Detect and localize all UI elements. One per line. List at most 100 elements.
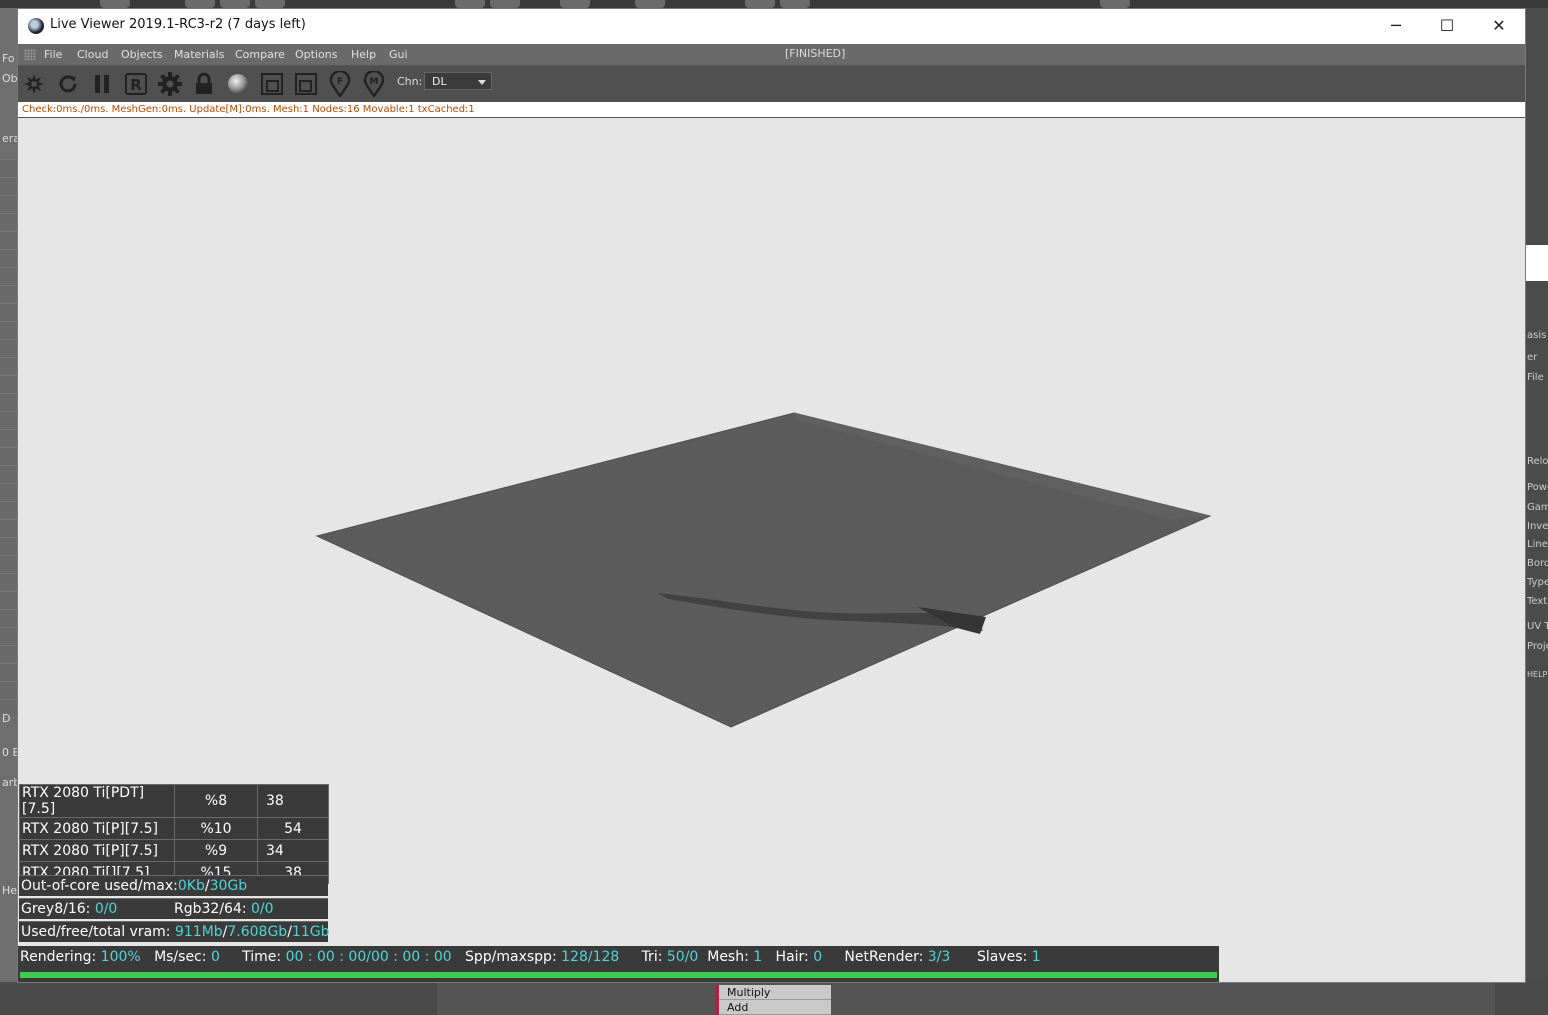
- table-row: RTX 2080 Ti[P][7.5] %10 54: [19, 817, 329, 840]
- menu-compare[interactable]: Compare: [235, 48, 285, 61]
- channel-select[interactable]: DL: [424, 72, 492, 90]
- menu-gui[interactable]: Gui: [389, 48, 408, 61]
- tri-label: Tri:: [641, 949, 667, 965]
- menu-help[interactable]: Help: [351, 48, 376, 61]
- render-status-bar: Rendering: 100% Ms/sec: 0 Time: 00 : 00 …: [18, 946, 1219, 982]
- lock-icon[interactable]: [191, 71, 217, 97]
- bg-label: Gamm: [1527, 502, 1548, 513]
- background-app-toolbar: [0, 0, 1548, 8]
- render-stats: Rendering: 100% Ms/sec: 0 Time: 00 : 00 …: [20, 949, 1041, 965]
- menu-materials[interactable]: Materials: [174, 48, 224, 61]
- menu-objects[interactable]: Objects: [121, 48, 163, 61]
- bg-label: Reloa: [1527, 456, 1548, 467]
- bg-label: Type.: [1527, 577, 1548, 588]
- netrender-label: NetRender:: [844, 949, 928, 965]
- close-button[interactable]: ✕: [1476, 9, 1522, 42]
- gpu-name: RTX 2080 Ti[P][7.5]: [19, 817, 175, 840]
- spp-label: Spp/maxspp:: [465, 949, 562, 965]
- frame-icon[interactable]: [259, 71, 285, 97]
- slaves-label: Slaves:: [977, 949, 1032, 965]
- gpu-usage: %10: [174, 817, 258, 840]
- channel-value: DL: [432, 75, 447, 88]
- vram-free: 7.608Gb: [227, 924, 288, 940]
- bg-label: Fo: [2, 52, 15, 65]
- bg-label: Textu: [1527, 596, 1548, 607]
- rgb-stat: Rgb32/64: 0/0: [174, 899, 274, 920]
- bg-label: D: [2, 712, 11, 725]
- rgb-label: Rgb32/64:: [174, 901, 252, 917]
- texture-stats: Grey8/16: 0/0 Rgb32/64: 0/0: [19, 898, 328, 919]
- spp-value: 128/128: [561, 949, 620, 965]
- maximize-button[interactable]: ☐: [1424, 9, 1470, 42]
- mesh-value: 1: [753, 949, 763, 965]
- restart-icon[interactable]: [55, 71, 81, 97]
- rendering-value: 100%: [100, 949, 141, 965]
- tri-value: 50/0: [666, 949, 699, 965]
- out-of-core-stats: Out-of-core used/max:0Kb/30Gb: [19, 875, 328, 896]
- bg-label: Ob: [2, 72, 18, 85]
- menu-options[interactable]: Options: [295, 48, 337, 61]
- menu-file[interactable]: File: [44, 48, 62, 61]
- minimize-button[interactable]: ─: [1373, 9, 1419, 42]
- ms-label: Ms/sec:: [154, 949, 211, 965]
- bg-label: asis: [1527, 330, 1547, 341]
- gpu-temp: 34: [257, 839, 329, 862]
- vram-stats: Used/free/total vram: 911Mb/7.608Gb/11Gb: [19, 921, 330, 942]
- table-row: RTX 2080 Ti[P][7.5] %9 34: [19, 839, 329, 862]
- gpu-stats-table: RTX 2080 Ti[PDT][7.5] %8 38 RTX 2080 Ti[…: [19, 784, 329, 884]
- pause-icon[interactable]: [89, 71, 115, 97]
- toolbar: R F M Chn: DL: [18, 66, 1525, 102]
- gpu-temp: 54: [257, 817, 329, 840]
- channel-label: Chn:: [397, 75, 423, 88]
- vram-used: 911Mb: [174, 924, 223, 940]
- gpu-usage: %8: [174, 784, 258, 818]
- background-left-panel: Fo Ob era: D 0 B arb Hei: [0, 8, 18, 1015]
- rgb-value: 0/0: [251, 901, 274, 917]
- list-item[interactable]: Multiply: [719, 985, 831, 1000]
- svg-text:R: R: [130, 76, 142, 94]
- ms-value: 0: [210, 949, 220, 965]
- chevron-down-icon: [478, 80, 486, 85]
- bg-label: er: [1527, 352, 1538, 363]
- bg-label: HELP: [1527, 670, 1548, 679]
- grip-icon[interactable]: [24, 49, 36, 60]
- bg-label: arb: [2, 776, 18, 789]
- grey-label: Grey8/16:: [21, 901, 95, 917]
- material-pin-icon[interactable]: M: [361, 71, 387, 97]
- live-viewer-window: Live Viewer 2019.1-RC3-r2 (7 days left) …: [17, 8, 1526, 983]
- background-bottom-panel: Multiply Add: [0, 982, 1548, 1015]
- region-icon[interactable]: R: [123, 71, 149, 97]
- list-item[interactable]: Add: [719, 1000, 831, 1015]
- render-progress-bar: [20, 972, 1217, 978]
- gpu-usage: %9: [174, 839, 258, 862]
- bg-label: UV Tr: [1527, 621, 1548, 632]
- table-row: RTX 2080 Ti[PDT][7.5] %8 38: [19, 784, 329, 818]
- vram-total: 11Gb: [291, 924, 330, 940]
- menu-cloud[interactable]: Cloud: [77, 48, 108, 61]
- blend-mode-list[interactable]: Multiply Add: [715, 985, 831, 1015]
- bg-label: File: [1527, 372, 1544, 383]
- bg-label: Proje: [1527, 641, 1548, 652]
- out-of-core-max: 30Gb: [209, 878, 248, 894]
- grey-value: 0/0: [94, 901, 118, 917]
- sendscene-icon[interactable]: [21, 71, 47, 97]
- svg-text:M: M: [370, 77, 379, 87]
- title-bar[interactable]: Live Viewer 2019.1-RC3-r2 (7 days left) …: [18, 9, 1525, 44]
- mesh-label: Mesh:: [707, 949, 754, 965]
- render-progress-fill: [20, 972, 1217, 978]
- focus-pin-icon[interactable]: F: [327, 71, 353, 97]
- cinema4d-logo-icon: [28, 18, 44, 34]
- background-right-panel: asis er File Reloa Powe Gamm Inver Linea…: [1526, 8, 1548, 1015]
- bg-label: Hei: [2, 884, 18, 897]
- time-label: Time:: [242, 949, 286, 965]
- material-sphere-icon[interactable]: [225, 71, 251, 97]
- out-of-core-label: Out-of-core used/max:: [21, 878, 178, 894]
- frame-alt-icon[interactable]: [293, 71, 319, 97]
- render-status: [FINISHED]: [785, 47, 846, 60]
- gpu-name: RTX 2080 Ti[P][7.5]: [19, 839, 175, 862]
- time-value: 00 : 00 : 00/00 : 00 : 00: [285, 949, 452, 965]
- slaves-value: 1: [1031, 949, 1041, 965]
- settings-icon[interactable]: [157, 71, 183, 97]
- netrender-value: 3/3: [927, 949, 951, 965]
- vram-label: Used/free/total vram:: [21, 924, 175, 940]
